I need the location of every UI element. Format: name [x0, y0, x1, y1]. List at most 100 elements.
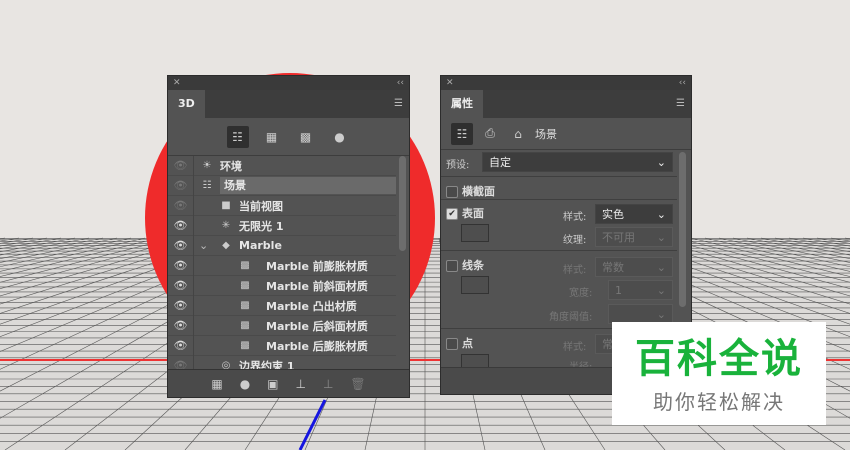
cross-section-checkbox[interactable]: 横截面: [446, 183, 495, 199]
layer-label: Marble 后膨胀材质: [266, 339, 368, 353]
preset-select[interactable]: 自定 ⌄: [482, 152, 673, 172]
surface-label: 表面: [462, 207, 484, 220]
points-checkbox[interactable]: 点: [446, 335, 473, 351]
layer-row[interactable]: 👁 ▩ Marble 后膨胀材质: [168, 335, 396, 356]
lines-width-label: 宽度:: [569, 288, 593, 299]
scene-icon: ☷: [202, 180, 212, 191]
points-label: 点: [462, 337, 473, 350]
angle-threshold-input[interactable]: ⌄: [608, 304, 673, 324]
tab-3d[interactable]: 3D: [168, 90, 205, 118]
environment-icon: ☀: [202, 160, 212, 171]
scene-filter-icon[interactable]: ☷: [226, 125, 249, 148]
surface-style-value: 实色: [602, 208, 624, 221]
layer-row[interactable]: 👁 ▩ Marble 前膨胀材质: [168, 255, 396, 276]
visibility-eye-icon[interactable]: 👁: [168, 175, 194, 196]
visibility-eye-icon[interactable]: 👁: [168, 255, 194, 276]
surface-style-label: 样式:: [563, 212, 587, 223]
mesh-icon: ◆: [222, 240, 230, 251]
light-add-icon[interactable]: ●: [240, 377, 250, 391]
layer-row[interactable]: 👁 ☀ 环境: [168, 155, 396, 176]
watermark-title: 百科全说: [635, 336, 803, 382]
layer-row[interactable]: 👁 ✳ 无限光 1: [168, 215, 396, 236]
visibility-eye-icon[interactable]: 👁: [168, 215, 194, 236]
props-header-label: 场景: [535, 127, 557, 141]
infinite-light-icon: ✳: [221, 220, 231, 231]
panel-menu-icon[interactable]: ☰: [676, 99, 685, 109]
watermark: 百科全说 助你轻松解决: [612, 322, 826, 425]
lines-style-label: 样式:: [563, 265, 587, 276]
lines-width-value: 1: [615, 283, 622, 297]
lines-style-select[interactable]: 常数 ⌄: [595, 257, 673, 277]
points-style-label: 样式:: [563, 342, 587, 353]
layer-label: 环境: [220, 159, 242, 173]
collapse-icon[interactable]: ‹‹: [397, 78, 404, 88]
layer-row[interactable]: 👁 ☷ 场景: [168, 175, 396, 196]
visibility-eye-icon[interactable]: 👁: [168, 275, 194, 296]
surface-checkbox[interactable]: ✔ 表面: [446, 205, 484, 221]
layer-row[interactable]: 👁 ▩ Marble 前斜面材质: [168, 275, 396, 296]
tab-properties[interactable]: 属性: [441, 90, 483, 118]
material-icon: ▩: [240, 320, 250, 331]
constraint-drop-icon[interactable]: ⊥: [323, 377, 333, 391]
layer-row[interactable]: 👁 ■ 当前视图: [168, 195, 396, 216]
close-icon[interactable]: ✕: [173, 78, 181, 88]
mesh-filter-icon[interactable]: ▦: [261, 126, 283, 148]
layer-label: Marble 前斜面材质: [266, 279, 368, 293]
surface-color-swatch[interactable]: [461, 224, 489, 242]
layer-row[interactable]: 👁 ▩ Marble 凸出材质: [168, 295, 396, 316]
layer-label: Marble 凸出材质: [266, 299, 357, 313]
print-props-icon[interactable]: ⎙: [479, 123, 501, 145]
material-icon: ▩: [240, 340, 250, 351]
ground-drop-icon[interactable]: ⊥: [296, 377, 306, 391]
layer-row[interactable]: 👁 ⌄ ◆ Marble: [168, 235, 396, 256]
layer-row[interactable]: 👁 ▩ Marble 后斜面材质: [168, 315, 396, 336]
visibility-eye-icon[interactable]: 👁: [168, 335, 194, 356]
watermark-subtitle: 助你轻松解决: [653, 390, 785, 414]
layer-label: Marble: [239, 239, 282, 252]
layer-label: Marble 前膨胀材质: [266, 259, 368, 273]
preset-label: 预设:: [446, 160, 470, 171]
layer-label: 当前视图: [239, 199, 283, 213]
visibility-eye-icon[interactable]: 👁: [168, 315, 194, 336]
visibility-eye-icon[interactable]: 👁: [168, 235, 194, 256]
lines-width-input[interactable]: 1 ⌄: [608, 280, 673, 300]
preset-value: 自定: [489, 156, 511, 169]
layer-label: 场景: [220, 177, 396, 194]
texture-label: 纹理:: [563, 235, 587, 246]
angle-threshold-label: 角度阈值:: [549, 312, 593, 323]
3d-layer-list: 👁 ☀ 环境 👁 ☷ 场景 👁 ■ 当前视图 👁 ✳ 无限光 1 👁 ⌄ ◆ Marble 👁 ▩ Marble 前…: [168, 155, 396, 376]
render-icon[interactable]: ▣: [267, 377, 278, 391]
chevron-down-icon[interactable]: ⌄: [199, 239, 208, 252]
surface-style-select[interactable]: 实色 ⌄: [595, 204, 673, 224]
camera-icon: ■: [221, 200, 231, 211]
chevron-down-icon: ⌄: [656, 155, 666, 169]
material-icon: ▩: [240, 280, 250, 291]
lines-color-swatch[interactable]: [461, 276, 489, 294]
collapse-icon[interactable]: ‹‹: [679, 78, 686, 88]
light-filter-icon[interactable]: ●: [329, 126, 351, 148]
visibility-eye-icon[interactable]: 👁: [168, 195, 194, 216]
3d-panel: ✕ ‹‹ 3D ☰ ☷ ▦ ▩ ● 👁 ☀ 环境 👁 ☷ 场景 👁 ■ 当前视图 👁 ✳ 无限光 1 👁 ⌄ ◆…: [167, 75, 410, 398]
texture-value: 不可用: [602, 231, 635, 244]
lines-label: 线条: [462, 259, 484, 272]
chevron-down-icon: ⌄: [656, 207, 666, 221]
scrollbar[interactable]: [399, 156, 406, 251]
visibility-eye-icon[interactable]: 👁: [168, 155, 194, 176]
scrollbar[interactable]: [679, 152, 686, 307]
material-icon: ▩: [240, 260, 250, 271]
material-icon: ▩: [240, 300, 250, 311]
mesh-add-icon[interactable]: ▦: [211, 377, 222, 391]
cross-section-icon[interactable]: ⌂: [507, 123, 529, 145]
cross-section-label: 横截面: [462, 185, 495, 198]
lines-style-value: 常数: [602, 261, 624, 274]
layer-label: Marble 后斜面材质: [266, 319, 368, 333]
texture-select[interactable]: 不可用 ⌄: [595, 227, 673, 247]
visibility-eye-icon[interactable]: 👁: [168, 295, 194, 316]
trash-icon[interactable]: 🗑: [350, 377, 365, 391]
close-icon[interactable]: ✕: [446, 78, 454, 88]
material-filter-icon[interactable]: ▩: [295, 126, 317, 148]
panel-menu-icon[interactable]: ☰: [394, 99, 403, 109]
lines-checkbox[interactable]: 线条: [446, 257, 484, 273]
scene-props-icon[interactable]: ☷: [451, 122, 473, 145]
layer-label: 无限光 1: [239, 219, 284, 233]
